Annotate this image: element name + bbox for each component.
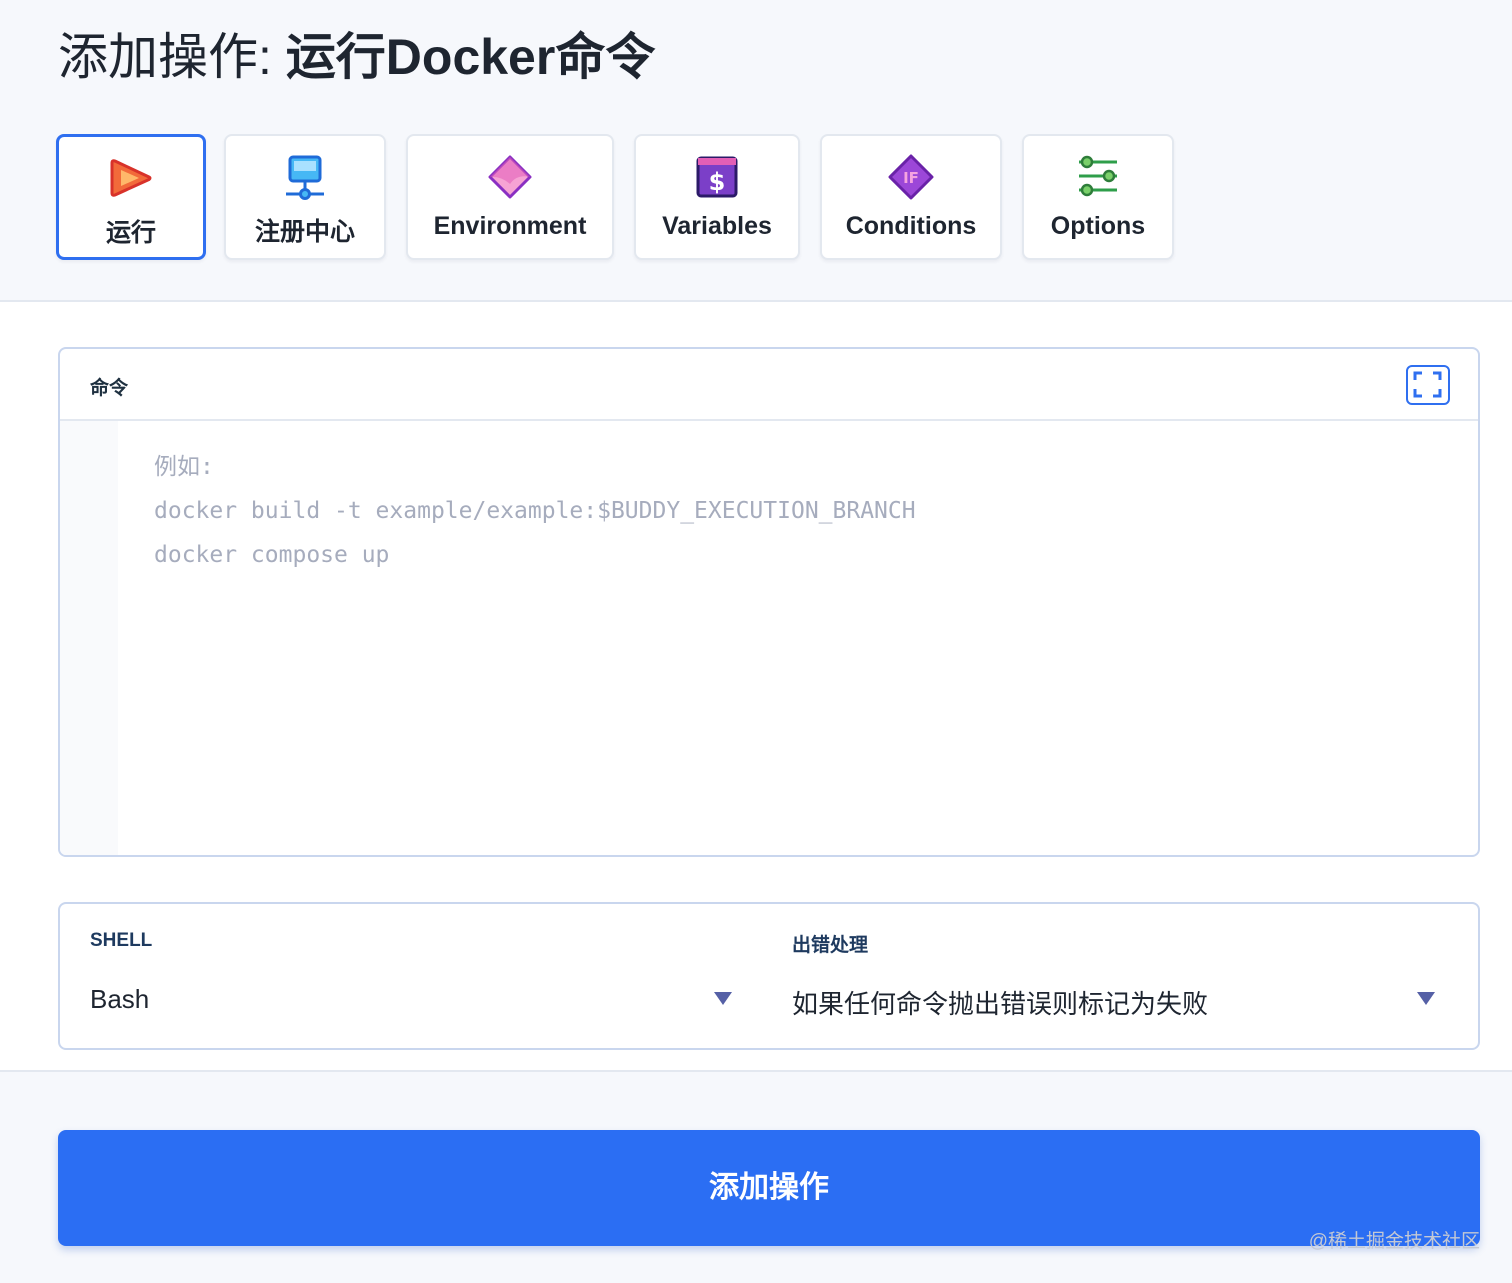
fullscreen-icon [1413,371,1442,398]
page-title-prefix: 添加操作: [58,29,286,85]
tab-options-label: Options [1050,212,1146,240]
placeholder-line: docker build -t example/example:$BUDDY_E… [154,498,916,524]
watermark: @稀土掘金技术社区 [1308,1231,1480,1252]
command-editor[interactable]: 例如: docker build -t example/example:$BUDD… [154,445,1448,577]
chevron-down-icon[interactable] [1417,992,1435,1005]
environment-diamond-icon [487,154,533,200]
header-area: 添加操作: 运行Docker命令 运行 注册中心 Environment $ V… [0,0,1512,302]
play-icon [108,155,154,201]
svg-text:IF: IF [903,169,919,187]
tab-environment-label: Environment [433,212,587,240]
placeholder-line: docker compose up [154,542,390,568]
action-form: 命令 例如: docker build -t example/example:$B… [0,302,1512,1072]
page-title: 添加操作: 运行Docker命令 [58,26,655,88]
tab-options[interactable]: Options [1022,134,1174,260]
sliders-options-icon [1075,154,1121,200]
line-number-gutter [60,421,118,855]
tab-run-label: 运行 [105,219,156,247]
tab-conditions[interactable]: IF Conditions [820,134,1002,260]
tab-registry[interactable]: 注册中心 [224,134,386,260]
command-header: 命令 [60,349,1478,421]
footer: 添加操作 [0,1072,1512,1283]
registry-monitor-icon [282,154,328,200]
shell-value: Bash [90,984,150,1014]
shell-label: SHELL [90,930,153,951]
execution-options-panel: SHELL Bash 出错处理 如果任何命令抛出错误则标记为失败 [58,902,1480,1050]
placeholder-line: 例如: [154,454,214,480]
tab-run[interactable]: 运行 [56,134,206,260]
error-handling-label: 出错处理 [792,935,869,956]
page-title-action-name: 运行Docker命令 [285,29,656,85]
if-condition-icon: IF [888,154,934,200]
command-panel: 命令 例如: docker build -t example/example:$B… [58,347,1480,857]
tab-conditions-label: Conditions [845,212,977,240]
tab-registry-label: 注册中心 [254,218,355,246]
tab-variables[interactable]: $ Variables [634,134,800,260]
dollar-variable-icon: $ [694,154,740,200]
shell-select[interactable] [80,964,740,1034]
add-action-button[interactable]: 添加操作 [58,1130,1480,1246]
svg-text:$: $ [709,168,726,196]
tab-variables-label: Variables [662,212,772,240]
chevron-down-icon[interactable] [714,992,732,1005]
tab-environment[interactable]: Environment [406,134,614,260]
error-handling-value: 如果任何命令抛出错误则标记为失败 [792,989,1209,1019]
command-label: 命令 [90,378,129,399]
fullscreen-button[interactable] [1406,365,1450,405]
